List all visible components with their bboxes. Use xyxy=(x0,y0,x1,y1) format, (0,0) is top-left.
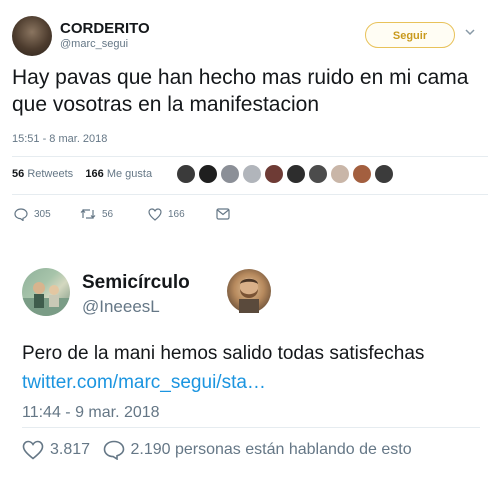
liker-avatar[interactable] xyxy=(352,164,372,184)
retweet-button[interactable]: 56 xyxy=(80,208,113,220)
avatar-illustration xyxy=(22,282,70,316)
user-name[interactable]: Semicírculo xyxy=(82,272,190,294)
tweet-footer: 3.817 2.190 personas están hablando de e… xyxy=(22,440,412,465)
comment-icon xyxy=(103,440,124,460)
user-name[interactable]: CORDERITO xyxy=(60,20,150,37)
heart-icon xyxy=(148,208,162,221)
avatar-reaction-image[interactable] xyxy=(227,269,271,313)
quoted-tweet-link[interactable]: twitter.com/marc_segui/sta… xyxy=(22,372,266,394)
like-count: 166 xyxy=(168,209,185,220)
reply-button[interactable]: 305 xyxy=(14,208,51,221)
liker-avatar[interactable] xyxy=(220,164,240,184)
liker-avatar[interactable] xyxy=(374,164,394,184)
tweet-text: Hay pavas que han hecho mas ruido en mi … xyxy=(12,66,469,116)
like-button[interactable]: 3.817 xyxy=(22,440,90,460)
conversation-count: 2.190 personas están hablando de esto xyxy=(130,441,412,458)
reply-icon xyxy=(14,208,28,221)
like-button[interactable]: 166 xyxy=(148,208,185,221)
liker-avatar[interactable] xyxy=(308,164,328,184)
user-handle[interactable]: @IneeesL xyxy=(82,297,160,317)
divider xyxy=(22,427,480,428)
like-count: 3.817 xyxy=(50,441,91,458)
likes-count[interactable]: 166 xyxy=(85,168,103,180)
liker-avatar[interactable] xyxy=(176,164,196,184)
avatar-semicirculo[interactable] xyxy=(22,268,70,316)
tweet-timestamp[interactable]: 11:44 - 9 mar. 2018 xyxy=(22,404,160,422)
retweet-count: 56 xyxy=(102,208,114,220)
liker-avatar[interactable] xyxy=(286,164,306,184)
user-handle[interactable]: @marc_segui xyxy=(60,38,128,50)
conversation-link[interactable]: 2.190 personas están hablando de esto xyxy=(103,440,412,460)
heart-icon xyxy=(22,440,44,460)
retweet-icon xyxy=(80,209,96,219)
liker-avatar[interactable] xyxy=(198,164,218,184)
reply-count: 305 xyxy=(34,209,51,220)
follow-button[interactable]: Seguir xyxy=(365,22,455,48)
bearded-man-illustration xyxy=(239,278,259,313)
divider xyxy=(12,156,488,157)
chevron-down-icon[interactable] xyxy=(465,27,475,37)
liker-avatar[interactable] xyxy=(264,164,284,184)
retweets-count[interactable]: 56 xyxy=(12,168,24,180)
retweets-label[interactable]: Retweets xyxy=(27,168,73,180)
liker-avatar[interactable] xyxy=(330,164,350,184)
divider xyxy=(12,194,488,195)
direct-message-button[interactable] xyxy=(216,208,230,220)
tweet-timestamp[interactable]: 15:51 - 8 mar. 2018 xyxy=(12,133,107,145)
message-icon xyxy=(216,208,230,220)
liker-avatar[interactable] xyxy=(242,164,262,184)
avatar-corderito[interactable] xyxy=(12,16,52,56)
tweet-stats: 56 Retweets 166 Me gusta xyxy=(12,168,152,180)
likes-label[interactable]: Me gusta xyxy=(107,168,152,180)
tweet-text: Pero de la mani hemos salido todas satis… xyxy=(22,343,425,364)
